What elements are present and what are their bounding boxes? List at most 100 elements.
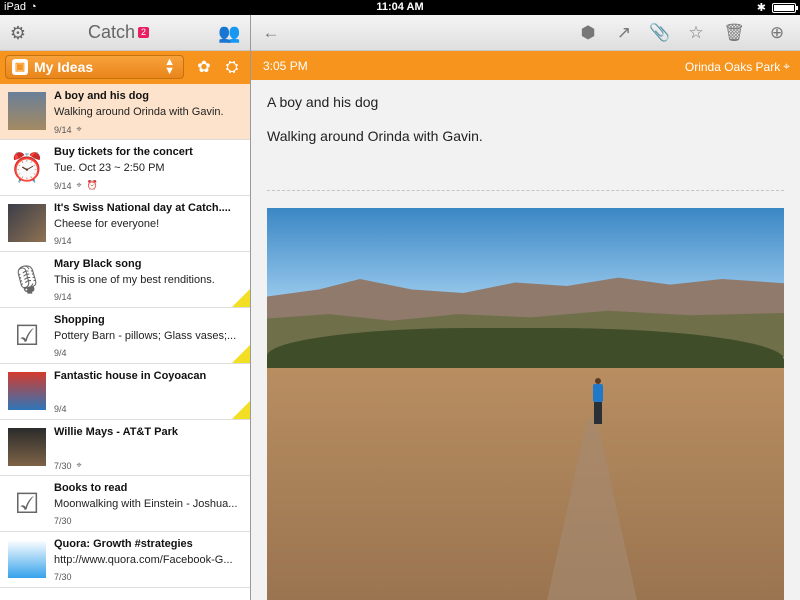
note-subtitle: Tue. Oct 23 ~ 2:50 PM bbox=[54, 162, 165, 174]
detail-toolbar: ← ⬢ ↗ 📎 ☆ 🗑 ⊕ bbox=[251, 15, 800, 51]
sidebar-header: ⚙ Catch 2 👥 bbox=[0, 15, 250, 51]
note-title: Willie Mays - AT&T Park bbox=[54, 426, 178, 438]
photo-grass bbox=[267, 368, 784, 600]
note-meta: 9/14 bbox=[54, 292, 72, 302]
note-title: A boy and his dog bbox=[54, 90, 149, 102]
note-date: 7/30 bbox=[54, 572, 72, 582]
space-selector-label: My Ideas bbox=[34, 59, 94, 75]
note-date: 9/14 bbox=[54, 236, 72, 246]
note-date: 7/30 bbox=[54, 460, 72, 471]
paperclip-icon[interactable]: 📎 bbox=[649, 22, 671, 44]
note-location-label: Orinda Oaks Park bbox=[684, 59, 781, 74]
note-subtitle: This is one of my best renditions. bbox=[54, 274, 215, 286]
list-item[interactable]: Fantastic house in Coyoacan 9/4 bbox=[0, 364, 250, 420]
thumbnail-photo bbox=[8, 204, 46, 242]
note-title: Shopping bbox=[54, 314, 105, 326]
note-subtitle: Walking around Orinda with Gavin. bbox=[54, 106, 224, 118]
note-date: 7/30 bbox=[54, 516, 72, 526]
gear-icon[interactable]: ⚙ bbox=[8, 23, 28, 43]
cube-icon: ▣ bbox=[12, 59, 28, 75]
list-item[interactable]: Quora: Growth #strategies http://www.quo… bbox=[0, 532, 250, 588]
filter-bar: ▣ My Ideas ▲ ▼ ✿ ⛭ bbox=[0, 51, 250, 84]
microphone-icon: 🎙 bbox=[9, 263, 45, 295]
list-item[interactable]: It's Swiss National day at Catch.... Che… bbox=[0, 196, 250, 252]
person-legs bbox=[594, 402, 602, 424]
camera-icon[interactable]: ✿ bbox=[195, 59, 213, 77]
note-photo[interactable] bbox=[267, 208, 784, 600]
status-time: 11:04 AM bbox=[376, 1, 424, 13]
detail-body: Walking around Orinda with Gavin. bbox=[267, 128, 483, 144]
note-title: Mary Black song bbox=[54, 258, 142, 270]
location-pin-icon: ⌖ bbox=[76, 124, 82, 134]
list-item[interactable]: ☑ Shopping Pottery Barn - pillows; Glass… bbox=[0, 308, 250, 364]
shared-flag-icon bbox=[232, 401, 250, 419]
battery-icon bbox=[772, 2, 798, 13]
list-item[interactable]: A boy and his dog Walking around Orinda … bbox=[0, 84, 250, 140]
note-meta: 7/30 ⌖ bbox=[54, 460, 82, 471]
note-content: A boy and his dog Walking around Orinda … bbox=[251, 80, 800, 600]
brand-title: Catch bbox=[88, 22, 136, 42]
note-subtitle: Pottery Barn - pillows; Glass vases;... bbox=[54, 330, 237, 342]
status-right: ✱ bbox=[756, 1, 798, 14]
note-time: 3:05 PM bbox=[263, 59, 308, 73]
checkbox-icon: ☑ bbox=[14, 487, 40, 519]
note-title: It's Swiss National day at Catch.... bbox=[54, 202, 231, 214]
note-date: 9/4 bbox=[54, 404, 67, 414]
share-icon[interactable]: ↗ bbox=[613, 22, 635, 44]
space-icon[interactable]: ⬢ bbox=[577, 22, 599, 44]
note-subtitle: http://www.quora.com/Facebook-G... bbox=[54, 554, 233, 566]
list-item[interactable]: ⏰ Buy tickets for the concert Tue. Oct 2… bbox=[0, 140, 250, 196]
note-subtitle: Cheese for everyone! bbox=[54, 218, 160, 230]
bluetooth-icon: ✱ bbox=[756, 2, 766, 14]
note-title: Quora: Growth #strategies bbox=[54, 538, 193, 550]
note-date: 9/4 bbox=[54, 348, 67, 358]
back-arrow-icon[interactable]: ← bbox=[260, 22, 282, 44]
alarm-icon: ⏰ bbox=[86, 180, 98, 190]
dashed-divider bbox=[267, 190, 784, 191]
notes-sidebar: ⚙ Catch 2 👥 ▣ My Ideas ▲ ▼ ✿ ⛭ A boy and … bbox=[0, 15, 250, 600]
note-title: Books to read bbox=[54, 482, 128, 494]
location-pin-icon: ⌖ bbox=[783, 59, 790, 73]
note-title: Buy tickets for the concert bbox=[54, 146, 193, 158]
thumbnail-photo bbox=[8, 92, 46, 130]
note-meta: 9/4 bbox=[54, 404, 67, 414]
note-date: 9/14 bbox=[54, 180, 72, 191]
person-torso bbox=[593, 384, 603, 402]
note-meta: 9/14 ⌖ ⏰ bbox=[54, 180, 98, 191]
notification-badge[interactable]: 2 bbox=[138, 27, 150, 38]
chevron-up-down-icon: ▲ ▼ bbox=[164, 56, 175, 77]
location-pin-icon: ⌖ bbox=[76, 460, 82, 470]
shared-flag-icon bbox=[232, 289, 250, 307]
list-item[interactable]: ☑ Books to read Moonwalking with Einstei… bbox=[0, 476, 250, 532]
people-icon[interactable]: 👥 bbox=[218, 23, 240, 43]
trash-icon[interactable]: 🗑 bbox=[723, 22, 745, 44]
checkbox-icon: ☑ bbox=[14, 319, 40, 351]
thumbnail-photo bbox=[8, 540, 46, 578]
space-selector[interactable]: ▣ My Ideas ▲ ▼ bbox=[5, 55, 184, 79]
alarm-clock-icon: ⏰ bbox=[9, 151, 45, 183]
detail-info-bar: 3:05 PM Orinda Oaks Park ⌖ bbox=[251, 51, 800, 80]
star-icon[interactable]: ☆ bbox=[685, 22, 707, 44]
note-meta: 9/14 bbox=[54, 236, 72, 246]
note-detail: ← ⬢ ↗ 📎 ☆ 🗑 ⊕ 3:05 PM Orinda Oaks Park ⌖… bbox=[251, 15, 800, 600]
note-meta: 7/30 bbox=[54, 516, 72, 526]
note-title: Fantastic house in Coyoacan bbox=[54, 370, 207, 382]
brand-title-wrap: Catch 2 bbox=[88, 22, 150, 43]
status-bar: iPad ◔ 11:04 AM ✱ bbox=[0, 0, 800, 15]
note-meta: 9/4 bbox=[54, 348, 67, 358]
note-meta: 9/14 ⌖ bbox=[54, 124, 82, 135]
thumbnail-photo bbox=[8, 372, 46, 410]
note-date: 9/14 bbox=[54, 292, 72, 302]
add-icon[interactable]: ⊕ bbox=[766, 22, 788, 44]
detail-title: A boy and his dog bbox=[267, 94, 379, 110]
binoculars-icon[interactable]: ⛭ bbox=[223, 59, 241, 77]
list-item[interactable]: Willie Mays - AT&T Park 7/30 ⌖ bbox=[0, 420, 250, 476]
list-item[interactable]: 🎙 Mary Black song This is one of my best… bbox=[0, 252, 250, 308]
note-date: 9/14 bbox=[54, 124, 72, 135]
thumbnail-photo bbox=[8, 428, 46, 466]
note-location[interactable]: Orinda Oaks Park ⌖ bbox=[685, 59, 790, 74]
app-window: iPad ◔ 11:04 AM ✱ ⚙ Catch 2 👥 ▣ My Ideas… bbox=[0, 0, 800, 600]
notes-list: A boy and his dog Walking around Orinda … bbox=[0, 84, 250, 588]
note-meta: 7/30 bbox=[54, 572, 72, 582]
location-pin-icon: ⌖ bbox=[76, 180, 82, 190]
